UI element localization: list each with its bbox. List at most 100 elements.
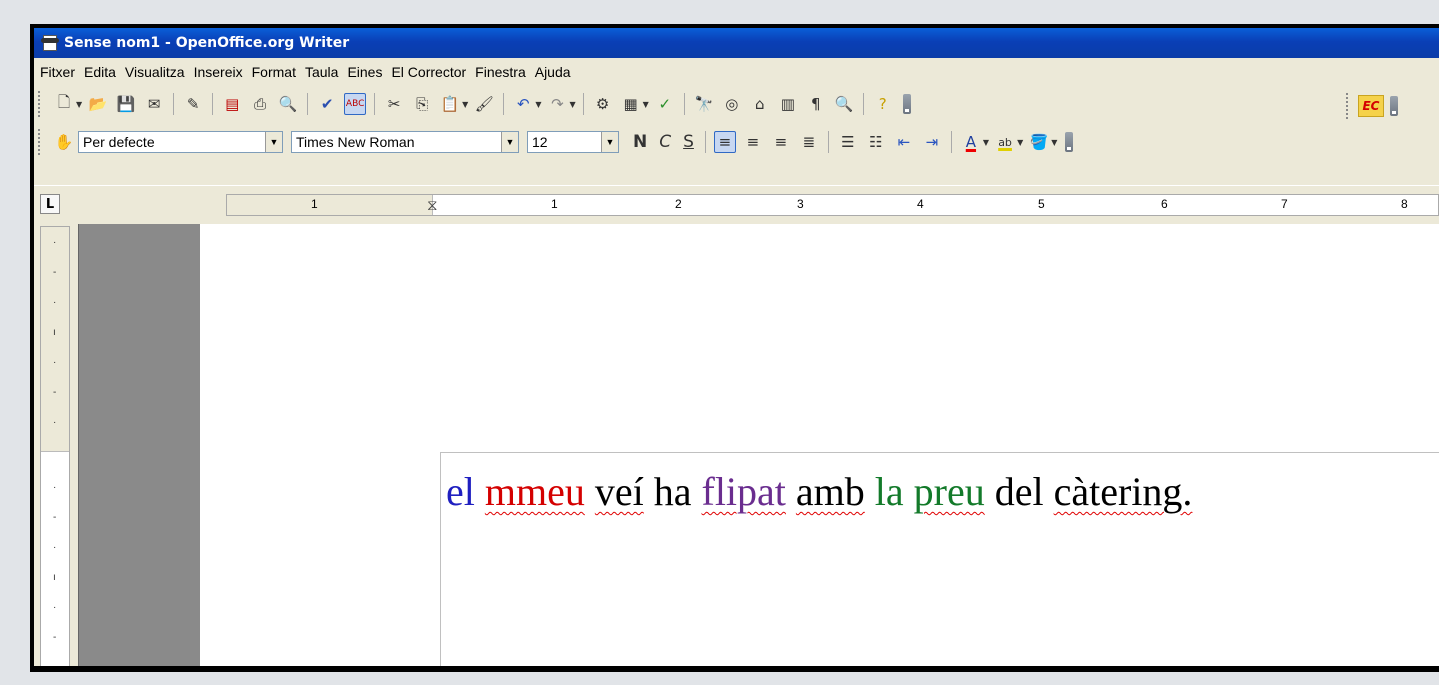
paste-dropdown-icon[interactable]: ▼ [462,100,468,109]
table-dropdown-icon[interactable]: ▼ [643,100,649,109]
new-icon[interactable]: 🗋 [53,93,75,115]
menu-finestra[interactable]: Finestra [475,64,526,80]
draw-functions-icon[interactable]: ✓ [654,93,676,115]
bold-button[interactable]: N [633,132,647,152]
bullets-icon[interactable]: ☷ [865,131,887,153]
font-name-combo[interactable]: Times New Roman ▼ [291,131,519,153]
ruler-left-margin [227,195,433,215]
ruler-number: 1 [551,197,558,211]
formatting-marks-icon[interactable]: ¶ [805,93,827,115]
font-color-icon[interactable]: A [960,131,982,153]
el-corrector-toolbar: EC [1346,93,1398,119]
el-corrector-button[interactable]: EC [1358,95,1384,117]
align-center-icon[interactable]: ≡ [742,131,764,153]
word-spelling-error[interactable]: veí [595,469,644,514]
tab-stop-selector[interactable]: L [40,194,60,214]
zoom-icon[interactable]: 🔍 [833,93,855,115]
ruler-tick: - [53,512,57,523]
new-dropdown-icon[interactable]: ▼ [76,100,82,109]
align-right-icon[interactable]: ≡ [770,131,792,153]
chevron-down-icon[interactable]: ▼ [265,132,282,152]
format-paintbrush-icon[interactable]: 🖌 [473,93,495,115]
format-toolbar-grip[interactable] [38,129,42,155]
ruler-number: 1 [311,197,318,211]
menu-format[interactable]: Format [252,64,296,80]
highlight-dropdown-icon[interactable]: ▼ [1017,138,1023,147]
menu-el-corrector[interactable]: El Corrector [391,64,466,80]
format-overflow-icon[interactable] [1065,132,1074,152]
spellcheck-icon[interactable]: ✔ [316,93,338,115]
redo-icon[interactable]: ↷ [546,93,568,115]
menu-visualitza[interactable]: Visualitza [125,64,185,80]
underline-button[interactable]: S [683,132,694,152]
cut-icon[interactable]: ✂ [383,93,405,115]
menu-ajuda[interactable]: Ajuda [535,64,571,80]
ruler-tick: - [53,267,57,278]
toolbar-grip[interactable] [38,91,42,117]
paragraph-style-combo[interactable]: Per defecte ▼ [78,131,283,153]
export-pdf-icon[interactable]: ▤ [221,93,243,115]
background-color-icon[interactable]: 🪣 [1028,131,1050,153]
justify-icon[interactable]: ≣ [798,131,820,153]
navigator-compass-icon[interactable]: ◎ [721,93,743,115]
help-icon[interactable]: ? [872,93,894,115]
chevron-down-icon[interactable]: ▼ [601,132,618,152]
autospellcheck-icon[interactable]: ABC [344,93,367,115]
menu-fitxer[interactable]: Fitxer [40,64,75,80]
align-left-icon[interactable]: ≡ [713,131,736,153]
save-icon[interactable]: 💾 [115,93,137,115]
styles-formatting-icon[interactable]: ✋ [53,131,75,153]
edit-file-icon[interactable]: ✎ [182,93,204,115]
ruler-tick: · [53,357,57,368]
word-spelling-error[interactable]: mmeu [485,469,585,514]
formatting-toolbar: ✋ Per defecte ▼ Times New Roman ▼ 12 ▼ N… [34,123,1439,161]
undo-dropdown-icon[interactable]: ▼ [535,100,541,109]
ec-overflow-icon[interactable] [1390,96,1398,116]
table-icon[interactable]: ▦ [620,93,642,115]
ruler-tick: ı [53,572,56,583]
vertical-ruler[interactable]: · - · ı · - · · - · ı · - [40,226,70,666]
gallery-icon[interactable]: ⌂ [749,93,771,115]
email-icon[interactable]: ✉ [143,93,165,115]
word: la [874,469,904,514]
numbering-icon[interactable]: ☰ [837,131,859,153]
indent-marker-icon[interactable]: ⧖ [427,196,438,214]
undo-icon[interactable]: ↶ [512,93,534,115]
title-bar[interactable]: Sense nom1 - OpenOffice.org Writer [34,28,1439,58]
background-color-dropdown-icon[interactable]: ▼ [1051,138,1057,147]
font-size-combo[interactable]: 12 ▼ [527,131,619,153]
open-icon[interactable]: 📂 [87,93,109,115]
word: ha [653,469,692,514]
highlight-icon[interactable]: ab [994,131,1016,153]
word: del [994,469,1044,514]
horizontal-ruler[interactable]: ⧖ 1 1 2 3 4 5 6 7 8 [226,194,1439,216]
paste-icon[interactable]: 📋 [439,93,461,115]
find-replace-icon[interactable]: 🔭 [693,93,715,115]
decrease-indent-icon[interactable]: ⇤ [893,131,915,153]
ruler-number: 6 [1161,197,1168,211]
navigator-icon[interactable]: ⚙ [592,93,614,115]
ec-toolbar-grip[interactable] [1346,93,1350,119]
menu-taula[interactable]: Taula [305,64,338,80]
word-spelling-error[interactable]: amb [796,469,865,514]
menu-edita[interactable]: Edita [84,64,116,80]
word-spelling-error[interactable]: flipat [702,469,786,514]
word-spelling-error[interactable]: càtering. [1054,469,1193,514]
print-icon[interactable]: ⎙ [249,93,271,115]
font-size-value: 12 [532,134,548,150]
italic-button[interactable]: C [659,132,671,152]
word-spelling-error[interactable]: preu [914,469,985,514]
chevron-down-icon[interactable]: ▼ [501,132,518,152]
menu-insereix[interactable]: Insereix [194,64,243,80]
increase-indent-icon[interactable]: ⇥ [921,131,943,153]
toolbar-overflow-icon[interactable] [902,94,911,114]
font-color-dropdown-icon[interactable]: ▼ [983,138,989,147]
page-preview-icon[interactable]: 🔍 [277,93,299,115]
copy-icon[interactable]: ⎘ [411,93,433,115]
document-text[interactable]: el mmeu veí ha flipat amb la preu del càtering. [446,468,1202,515]
ruler-number: 2 [675,197,682,211]
redo-dropdown-icon[interactable]: ▼ [569,100,575,109]
ruler-number: 4 [917,197,924,211]
menu-eines[interactable]: Eines [347,64,382,80]
data-sources-icon[interactable]: ▥ [777,93,799,115]
